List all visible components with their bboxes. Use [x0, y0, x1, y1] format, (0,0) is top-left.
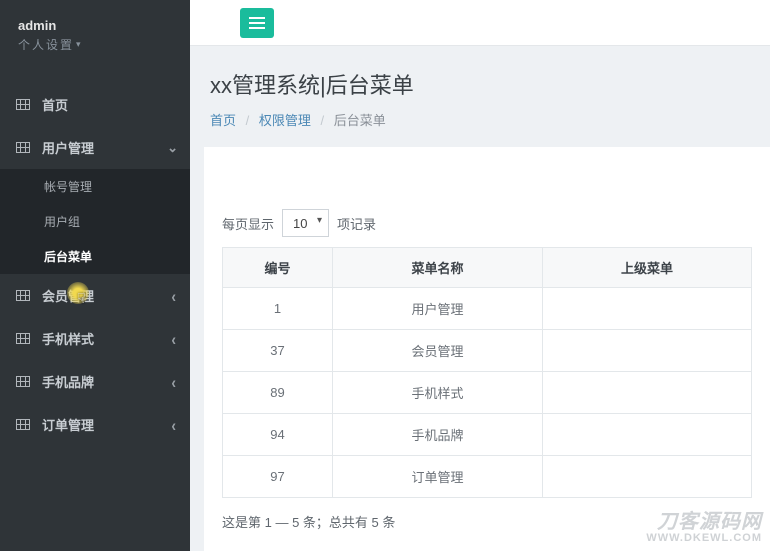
page-length-select[interactable]: 10: [282, 209, 329, 237]
cell-parent: [543, 330, 752, 372]
length-prefix: 每页显示: [222, 214, 274, 233]
cell-parent: [543, 372, 752, 414]
page-length-control: 每页显示 10 项记录: [222, 209, 752, 237]
page-title: xx管理系统|后台菜单: [210, 68, 750, 100]
main-area: xx管理系统|后台菜单 首页 / 权限管理 / 后台菜单 每页显示 10 项记录: [190, 0, 770, 551]
page-header: xx管理系统|后台菜单 首页 / 权限管理 / 后台菜单: [190, 46, 770, 147]
nav-user-mgmt[interactable]: 用户管理: [0, 126, 190, 169]
sidebar: admin 个人设置 ▾ 首页 用户管理 帐号管理 用户组 后台菜单: [0, 0, 190, 551]
grid-icon: [16, 333, 30, 344]
table-row: 89 手机样式: [223, 372, 752, 414]
subnav-user-mgmt: 帐号管理 用户组 后台菜单: [0, 169, 190, 274]
grid-icon: [16, 376, 30, 387]
grid-icon: [16, 419, 30, 430]
cell-name: 会员管理: [333, 330, 543, 372]
cell-id: 97: [223, 456, 333, 498]
data-table: 编号 菜单名称 上级菜单 1 用户管理 37 会员管理: [222, 247, 752, 498]
nav-label: 手机样式: [42, 329, 94, 348]
breadcrumb-current: 后台菜单: [334, 113, 386, 128]
nav-home[interactable]: 首页: [0, 83, 190, 126]
length-suffix: 项记录: [337, 214, 376, 233]
subnav-group[interactable]: 用户组: [0, 204, 190, 239]
subnav-account[interactable]: 帐号管理: [0, 169, 190, 204]
main-nav: 首页 用户管理 帐号管理 用户组 后台菜单 会员管理 手机样式 手机品牌: [0, 83, 190, 446]
cell-name: 订单管理: [333, 456, 543, 498]
cell-id: 1: [223, 288, 333, 330]
grid-icon: [16, 142, 30, 153]
grid-icon: [16, 99, 30, 110]
hamburger-icon: [249, 22, 265, 24]
nav-label: 用户管理: [42, 138, 94, 157]
user-settings-dropdown[interactable]: 个人设置 ▾: [18, 36, 83, 53]
th-parent[interactable]: 上级菜单: [543, 248, 752, 288]
cell-name: 手机品牌: [333, 414, 543, 456]
user-block: admin 个人设置 ▾: [0, 0, 190, 63]
nav-order[interactable]: 订单管理: [0, 403, 190, 446]
cell-name: 手机样式: [333, 372, 543, 414]
content-panel: 每页显示 10 项记录 编号 菜单名称 上级菜单: [204, 147, 770, 551]
nav-phone-style[interactable]: 手机样式: [0, 317, 190, 360]
nav-label: 首页: [42, 95, 68, 114]
nav-member[interactable]: 会员管理: [0, 274, 190, 317]
cell-parent: [543, 288, 752, 330]
cell-parent: [543, 414, 752, 456]
nav-label: 会员管理: [42, 286, 94, 305]
cell-name: 用户管理: [333, 288, 543, 330]
toggle-sidebar-button[interactable]: [240, 8, 274, 38]
cell-id: 94: [223, 414, 333, 456]
table-row: 94 手机品牌: [223, 414, 752, 456]
nav-label: 手机品牌: [42, 372, 94, 391]
subnav-menu[interactable]: 后台菜单: [0, 239, 190, 274]
breadcrumb-home[interactable]: 首页: [210, 113, 236, 128]
cell-id: 37: [223, 330, 333, 372]
table-row: 37 会员管理: [223, 330, 752, 372]
nav-phone-brand[interactable]: 手机品牌: [0, 360, 190, 403]
topbar: [190, 0, 770, 46]
cell-id: 89: [223, 372, 333, 414]
breadcrumb: 首页 / 权限管理 / 后台菜单: [210, 110, 750, 129]
username: admin: [18, 18, 172, 33]
user-settings-label: 个人设置: [18, 36, 74, 53]
th-id[interactable]: 编号: [223, 248, 333, 288]
table-row: 1 用户管理: [223, 288, 752, 330]
nav-label: 订单管理: [42, 415, 94, 434]
table-info: 这是第 1 — 5 条；总共有 5 条: [222, 512, 752, 531]
breadcrumb-section[interactable]: 权限管理: [259, 113, 311, 128]
th-name[interactable]: 菜单名称: [333, 248, 543, 288]
table-row: 97 订单管理: [223, 456, 752, 498]
cell-parent: [543, 456, 752, 498]
grid-icon: [16, 290, 30, 301]
caret-down-icon: ▾: [76, 39, 83, 50]
